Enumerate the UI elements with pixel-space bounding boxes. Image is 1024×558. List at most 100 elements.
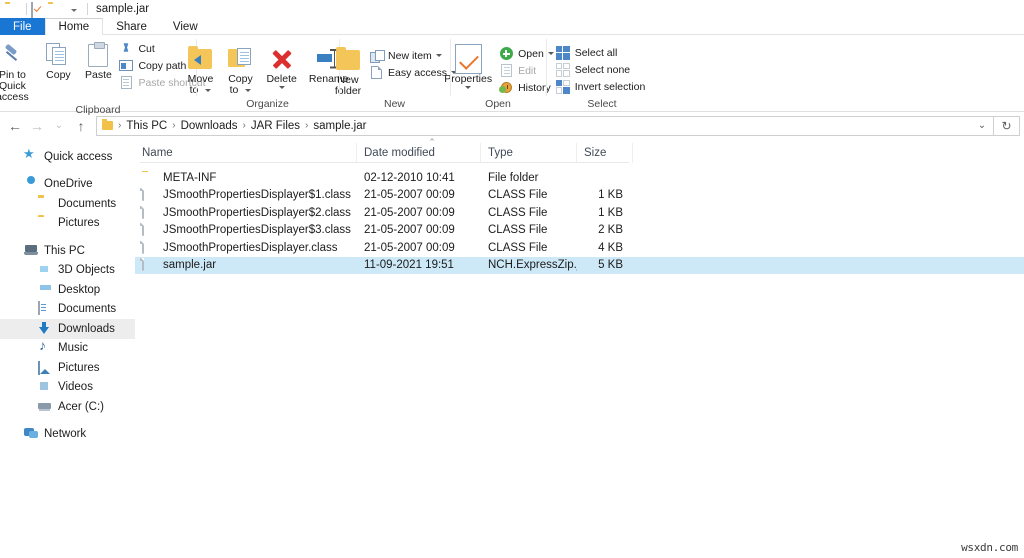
- sidebar-item-downloads[interactable]: Downloads: [0, 319, 135, 339]
- breadcrumb[interactable]: › This PC › Downloads › JAR Files › samp…: [96, 115, 994, 136]
- new-folder-button[interactable]: New folder: [328, 43, 368, 97]
- sidebar-item-label: This PC: [44, 244, 85, 257]
- divider: [87, 3, 88, 15]
- invert-selection-button[interactable]: Invert selection: [555, 78, 650, 95]
- breadcrumb-item-jar-files[interactable]: JAR Files: [249, 120, 302, 132]
- ribbon-tabs: File Home Share View: [0, 18, 1024, 35]
- refresh-button[interactable]: ↻: [994, 115, 1020, 136]
- delete-button[interactable]: Delete: [260, 42, 302, 89]
- customize-quick-access-caret-icon[interactable]: [71, 8, 77, 12]
- table-row[interactable]: JSmoothPropertiesDisplayer$2.class 21-05…: [135, 204, 1024, 222]
- file-name: sample.jar: [163, 259, 217, 272]
- chevron-down-icon[interactable]: [465, 86, 472, 89]
- tab-home[interactable]: Home: [44, 18, 104, 35]
- select-none-icon: [555, 62, 571, 77]
- column-header-date-modified[interactable]: Date modified: [357, 143, 481, 163]
- sidebar-item-pictures[interactable]: Pictures: [0, 358, 135, 378]
- column-header-type[interactable]: Type: [481, 143, 577, 163]
- pin-icon: [2, 40, 22, 70]
- paste-icon: [88, 40, 109, 70]
- sidebar-item-documents[interactable]: Documents: [0, 300, 135, 320]
- sidebar-item-this-pc[interactable]: This PC: [0, 241, 135, 261]
- sidebar-item-label: Music: [58, 342, 89, 355]
- group-label-open: Open: [485, 98, 511, 110]
- select-all-button[interactable]: Select all: [555, 44, 650, 61]
- tab-view[interactable]: View: [160, 18, 211, 35]
- chevron-down-icon[interactable]: ⌄: [973, 117, 991, 135]
- ribbon: Pin to Quick access Copy Paste Cut: [0, 35, 1024, 116]
- main-area: Quick access OneDrive Documents Pictures…: [0, 137, 1024, 552]
- select-none-button[interactable]: Select none: [555, 61, 650, 78]
- column-header-label: Name: [142, 147, 173, 159]
- sidebar-item-onedrive-pictures[interactable]: Pictures: [0, 214, 135, 234]
- forward-button[interactable]: →: [26, 115, 48, 137]
- sidebar-item-quick-access[interactable]: Quick access: [0, 147, 135, 167]
- breadcrumb-item-sample-jar[interactable]: sample.jar: [311, 120, 368, 132]
- invert-selection-icon: [555, 79, 571, 94]
- select-all-icon: [555, 45, 571, 60]
- table-row[interactable]: META-INF 02-12-2010 10:41 File folder: [135, 169, 1024, 187]
- pin-to-quick-access-button[interactable]: Pin to Quick access: [0, 38, 38, 103]
- copy-to-button[interactable]: Copy to: [220, 42, 260, 96]
- cloud-icon: [24, 177, 38, 191]
- tab-share[interactable]: Share: [103, 18, 160, 35]
- tab-file[interactable]: File: [0, 18, 45, 35]
- file-type: File folder: [488, 171, 539, 184]
- move-to-button[interactable]: Move to: [180, 42, 220, 96]
- column-header-label: Size: [584, 147, 607, 159]
- chevron-down-icon[interactable]: [205, 89, 212, 92]
- back-button[interactable]: ←: [4, 115, 26, 137]
- breadcrumb-separator: ›: [242, 120, 246, 131]
- desktop-icon: [38, 283, 52, 297]
- chevron-down-icon[interactable]: [278, 86, 285, 89]
- table-row[interactable]: JSmoothPropertiesDisplayer.class 21-05-2…: [135, 239, 1024, 257]
- cut-label: Cut: [138, 42, 155, 55]
- sidebar-item-videos[interactable]: Videos: [0, 378, 135, 398]
- file-icon: [142, 188, 156, 202]
- sidebar-item-onedrive[interactable]: OneDrive: [0, 175, 135, 195]
- column-header-name[interactable]: Name: [135, 143, 357, 163]
- breadcrumb-item-downloads[interactable]: Downloads: [179, 120, 240, 132]
- new-folder-icon[interactable]: [48, 2, 62, 16]
- recent-locations-button[interactable]: ⌄: [48, 115, 70, 137]
- folder-icon: [102, 119, 113, 130]
- sidebar-item-label: Quick access: [44, 150, 113, 163]
- copy-button[interactable]: Copy: [38, 38, 78, 81]
- properties-icon[interactable]: [31, 2, 45, 18]
- sidebar-item-onedrive-documents[interactable]: Documents: [0, 194, 135, 214]
- paste-button[interactable]: Paste: [78, 38, 118, 81]
- file-date: 21-05-2007 00:09: [364, 206, 455, 219]
- sidebar-item-3d-objects[interactable]: 3D Objects: [0, 261, 135, 281]
- edit-icon: [498, 64, 514, 78]
- properties-button[interactable]: Properties: [438, 42, 498, 89]
- file-date: 21-05-2007 00:09: [364, 224, 455, 237]
- pin-label-line2: access: [0, 91, 29, 103]
- file-date: 02-12-2010 10:41: [364, 171, 455, 184]
- chevron-down-icon[interactable]: [245, 89, 252, 92]
- edit-label: Edit: [518, 64, 537, 77]
- documents-icon: [38, 301, 52, 316]
- sidebar-item-label: Downloads: [58, 322, 115, 335]
- sidebar-item-desktop[interactable]: Desktop: [0, 280, 135, 300]
- sidebar-item-music[interactable]: Music: [0, 339, 135, 359]
- sidebar-item-acer-c[interactable]: Acer (C:): [0, 397, 135, 417]
- breadcrumb-item-this-pc[interactable]: This PC: [124, 120, 169, 132]
- file-icon: [142, 240, 156, 255]
- sidebar-item-label: Desktop: [58, 283, 101, 296]
- copy-to-label-line2: to: [229, 84, 239, 96]
- file-icon: [142, 258, 156, 272]
- copy-path-icon: [118, 59, 134, 73]
- sidebar-item-label: Acer (C:): [58, 400, 104, 413]
- column-header-size[interactable]: Size: [577, 143, 633, 163]
- pin-label-line1: Pin to Quick: [0, 69, 26, 92]
- table-row[interactable]: JSmoothPropertiesDisplayer$3.class 21-05…: [135, 222, 1024, 240]
- star-icon: [24, 150, 38, 164]
- table-row[interactable]: sample.jar 11-09-2021 19:51 NCH.ExpressZ…: [135, 256, 1024, 274]
- folder-icon[interactable]: [5, 2, 19, 16]
- sidebar-item-network[interactable]: Network: [0, 425, 135, 445]
- file-date: 21-05-2007 00:09: [364, 189, 455, 202]
- table-row[interactable]: JSmoothPropertiesDisplayer$1.class 21-05…: [135, 187, 1024, 205]
- up-button[interactable]: ↑: [70, 115, 92, 137]
- group-label-new: New: [383, 98, 405, 110]
- window-title: sample.jar: [96, 3, 150, 15]
